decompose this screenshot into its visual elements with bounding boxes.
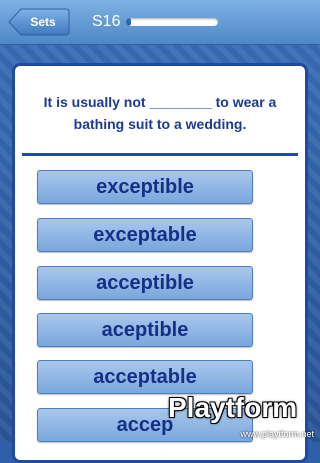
back-button[interactable]: Sets [8,8,70,36]
answer-option-3[interactable]: acceptible [37,266,253,300]
watermark-logo: Playtform www.playtform.net [168,378,320,442]
progress-fill [126,18,131,26]
watermark-brand: Playtform [168,392,298,423]
back-button-label: Sets [30,15,56,29]
question-text: It is usually not ________ to wear a bat… [22,73,298,156]
progress-bar [126,18,218,26]
top-navigation-bar: Sets S16 [0,0,320,45]
watermark-url: www.playtform.net [240,429,314,439]
answer-option-4[interactable]: aceptible [37,313,253,347]
answer-option-2[interactable]: exceptable [37,218,253,252]
answer-option-1[interactable]: exceptible [37,170,253,204]
set-title: S16 [92,13,121,30]
